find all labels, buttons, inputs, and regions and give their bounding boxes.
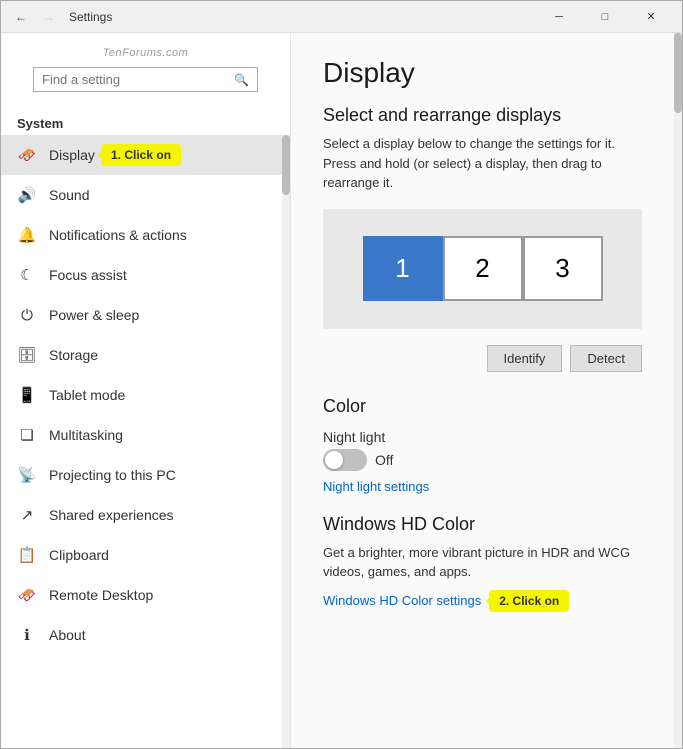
tooltip-2: 2. Click on (489, 590, 569, 612)
hd-color-desc: Get a brighter, more vibrant picture in … (323, 543, 642, 582)
title-bar: ← → Settings ─ □ ✕ (1, 1, 682, 33)
detect-button[interactable]: Detect (570, 345, 642, 372)
display-icon: 🛷 (17, 145, 37, 165)
minimize-button[interactable]: ─ (536, 1, 582, 33)
shared-icon: ↗ (17, 505, 37, 525)
sidebar-multitasking-label: Multitasking (49, 427, 123, 443)
sidebar-item-focus[interactable]: ☾ Focus assist (1, 255, 290, 295)
sidebar-item-storage[interactable]: 🗄 Storage (1, 335, 290, 375)
watermark: TenForums.com (17, 45, 274, 61)
toggle-status: Off (375, 452, 393, 468)
sidebar-shared-label: Shared experiences (49, 507, 174, 523)
tooltip-1: 1. Click on (101, 144, 181, 166)
sidebar-item-about[interactable]: ℹ About (1, 615, 290, 655)
focus-icon: ☾ (17, 265, 37, 285)
forward-button[interactable]: → (37, 5, 61, 29)
search-icon: 🔍 (234, 73, 249, 87)
monitor-2[interactable]: 2 (443, 236, 523, 301)
night-light-label: Night light (323, 429, 403, 445)
monitor-actions: Identify Detect (323, 345, 642, 372)
sidebar-item-clipboard[interactable]: 📋 Clipboard (1, 535, 290, 575)
main-scrollbar-track (674, 33, 682, 748)
color-section-title: Color (323, 396, 642, 417)
hd-color-settings-link[interactable]: Windows HD Color settings (323, 593, 481, 608)
sidebar-tablet-label: Tablet mode (49, 387, 125, 403)
sidebar-items: 🛷 Display 1. Click on 🔊 Sound 🔔 Notifica… (1, 135, 290, 748)
night-light-settings-link[interactable]: Night light settings (323, 479, 642, 494)
sidebar-scrollbar-thumb[interactable] (282, 135, 290, 195)
sidebar-item-sound[interactable]: 🔊 Sound (1, 175, 290, 215)
hd-color-link-row: Windows HD Color settings 2. Click on (323, 590, 642, 612)
settings-window: ← → Settings ─ □ ✕ TenForums.com 🔍 Syste… (0, 0, 683, 749)
storage-icon: 🗄 (17, 345, 37, 365)
window-controls: ─ □ ✕ (536, 1, 674, 33)
sidebar-item-notifications[interactable]: 🔔 Notifications & actions (1, 215, 290, 255)
sidebar-display-label: Display (49, 147, 95, 163)
sidebar-item-multitasking[interactable]: ❏ Multitasking (1, 415, 290, 455)
tablet-icon: 📱 (17, 385, 37, 405)
remote-icon: 🛷 (17, 585, 37, 605)
sidebar-notifications-label: Notifications & actions (49, 227, 187, 243)
hd-color-title: Windows HD Color (323, 514, 642, 535)
clipboard-icon: 📋 (17, 545, 37, 565)
toggle-knob (325, 451, 343, 469)
sidebar-storage-label: Storage (49, 347, 98, 363)
main-scrollbar-thumb[interactable] (674, 33, 682, 113)
sidebar-sound-label: Sound (49, 187, 89, 203)
sidebar-remote-label: Remote Desktop (49, 587, 153, 603)
nav-buttons: ← → (9, 5, 61, 29)
sidebar-focus-label: Focus assist (49, 267, 127, 283)
sidebar-item-projecting[interactable]: 📡 Projecting to this PC (1, 455, 290, 495)
sidebar: TenForums.com 🔍 System 🛷 Display 1. Clic… (1, 33, 291, 748)
night-light-row: Night light (323, 429, 642, 445)
main-content: Display Select and rearrange displays Se… (291, 33, 674, 748)
notifications-icon: 🔔 (17, 225, 37, 245)
sidebar-section-label: System (1, 108, 290, 135)
sidebar-item-shared[interactable]: ↗ Shared experiences (1, 495, 290, 535)
sidebar-scrollbar-track (282, 135, 290, 748)
monitor-1[interactable]: 1 (363, 236, 443, 301)
sidebar-about-label: About (49, 627, 86, 643)
night-light-toggle[interactable] (323, 449, 367, 471)
identify-button[interactable]: Identify (487, 345, 563, 372)
display-preview: 1 2 3 (323, 209, 642, 329)
back-button[interactable]: ← (9, 5, 33, 29)
sidebar-item-power[interactable]: ⏻ Power & sleep (1, 295, 290, 335)
sound-icon: 🔊 (17, 185, 37, 205)
search-input[interactable] (42, 72, 234, 87)
maximize-button[interactable]: □ (582, 1, 628, 33)
about-icon: ℹ (17, 625, 37, 645)
sidebar-power-label: Power & sleep (49, 307, 139, 323)
sidebar-item-display[interactable]: 🛷 Display 1. Click on (1, 135, 290, 175)
content-area: TenForums.com 🔍 System 🛷 Display 1. Clic… (1, 33, 682, 748)
search-box[interactable]: 🔍 (33, 67, 258, 92)
select-section-heading: Select and rearrange displays (323, 105, 642, 126)
toggle-container: Off (323, 449, 642, 471)
close-button[interactable]: ✕ (628, 1, 674, 33)
page-title: Display (323, 57, 642, 89)
window-title: Settings (69, 10, 112, 24)
sidebar-item-remote[interactable]: 🛷 Remote Desktop (1, 575, 290, 615)
multitasking-icon: ❏ (17, 425, 37, 445)
title-bar-left: ← → Settings (9, 5, 536, 29)
sidebar-clipboard-label: Clipboard (49, 547, 109, 563)
projecting-icon: 📡 (17, 465, 37, 485)
select-section-desc: Select a display below to change the set… (323, 134, 642, 193)
monitor-3[interactable]: 3 (523, 236, 603, 301)
power-icon: ⏻ (17, 305, 37, 325)
sidebar-projecting-label: Projecting to this PC (49, 467, 176, 483)
sidebar-item-tablet[interactable]: 📱 Tablet mode (1, 375, 290, 415)
sidebar-header: TenForums.com 🔍 (1, 33, 290, 108)
